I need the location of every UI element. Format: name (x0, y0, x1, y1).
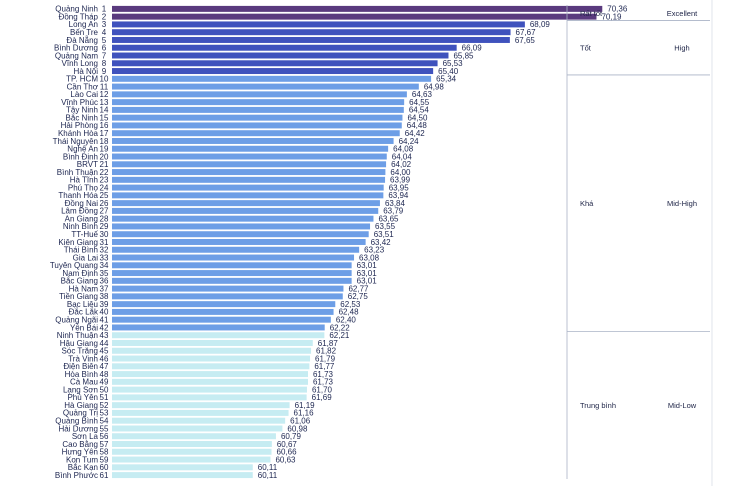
bar-chart: Quảng Ninh 1 70,36Đồng Tháp 2 70,19Long An 3 6… (50, 0, 713, 486)
bar (112, 44, 457, 51)
value-label: 61,69 (312, 393, 333, 402)
group-label-vi: Tốt (580, 44, 592, 53)
group-label-en: High (674, 44, 689, 53)
bar (112, 13, 597, 20)
bar (112, 114, 403, 121)
bar (112, 106, 404, 113)
bar (112, 184, 384, 191)
bar (112, 137, 394, 144)
bar (112, 36, 510, 43)
bar (112, 176, 386, 183)
bar (112, 332, 325, 339)
bar (112, 293, 343, 300)
bar (112, 308, 334, 315)
bar (112, 417, 286, 424)
bar (112, 223, 371, 230)
bar (112, 29, 511, 36)
bar (112, 394, 307, 401)
bar (112, 448, 272, 455)
bar (112, 52, 449, 59)
bar (112, 441, 272, 447)
category-label: Bình Phước (55, 471, 98, 480)
bar (112, 285, 344, 292)
bar (112, 68, 434, 75)
bar (112, 425, 283, 432)
bar (112, 153, 387, 160)
group-label-vi: Rất tốt (580, 9, 603, 18)
rank-label: 61 (100, 471, 109, 480)
bar (112, 246, 360, 253)
group-label-en: Excellent (667, 9, 698, 18)
bar (112, 75, 432, 82)
bar (112, 91, 407, 98)
bar (112, 207, 379, 214)
bar (112, 254, 355, 261)
bar (112, 239, 366, 245)
bar (112, 99, 405, 106)
value-label: 60,11 (258, 471, 278, 480)
bar (112, 371, 308, 378)
bar (112, 277, 352, 284)
bar (112, 340, 313, 346)
bar (112, 316, 331, 323)
group-label-en: Mid-Low (668, 401, 697, 410)
group-label-en: Mid-High (667, 199, 697, 208)
bar (112, 456, 271, 463)
bar (112, 192, 384, 199)
bar (112, 464, 253, 471)
bar (112, 378, 308, 385)
bar (112, 402, 290, 409)
bar (112, 270, 352, 277)
bar (112, 433, 276, 440)
bar (112, 145, 389, 152)
bar (112, 60, 438, 67)
bar (112, 200, 380, 207)
bar (112, 324, 325, 331)
bar (112, 472, 253, 479)
value-label: 67,65 (515, 36, 536, 45)
bar (112, 5, 603, 12)
bar (112, 122, 402, 129)
bar (112, 409, 289, 416)
bar (112, 363, 310, 370)
bar (112, 347, 312, 354)
bar (112, 21, 525, 28)
bar (112, 215, 374, 222)
group-label-vi: Trung bình (580, 401, 616, 410)
bar (112, 262, 352, 269)
bar (112, 161, 387, 168)
bar (112, 83, 419, 90)
bar (112, 301, 336, 308)
bar (112, 130, 400, 137)
bar (112, 386, 307, 393)
bar (112, 231, 369, 238)
value-label: 70,19 (601, 12, 622, 21)
bar (112, 169, 386, 176)
bar (112, 355, 311, 362)
value-label: 60,63 (275, 455, 296, 464)
group-label-vi: Khá (580, 199, 594, 208)
pci-ranking-chart: Quảng Ninh 1 70,36 Đồng Tháp 2 70,19 Long An 3 6… (0, 0, 730, 486)
